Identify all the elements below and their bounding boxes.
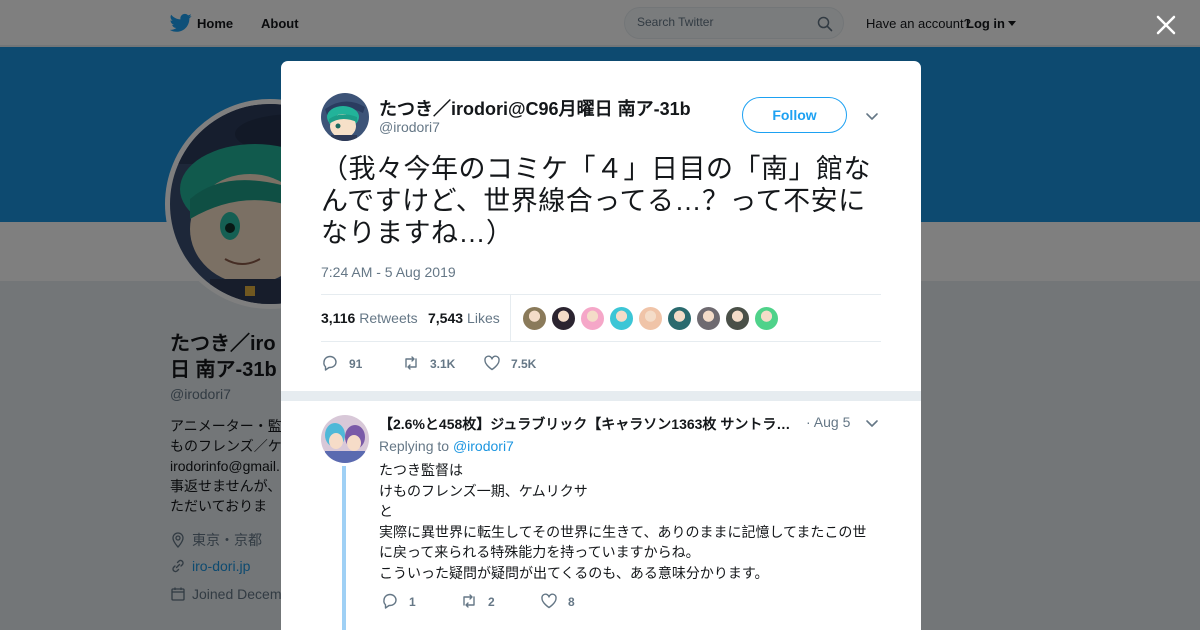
liker-avatar[interactable] xyxy=(725,306,750,331)
reply-avatar-illustration xyxy=(321,415,369,463)
retweet-action[interactable]: 3.1K xyxy=(402,354,455,372)
reply-date[interactable]: · Aug 5 xyxy=(806,414,850,430)
reply-author-name[interactable]: 【2.6%と458枚】ジュラブリック【キャラソン1363枚 サントラ… xyxy=(379,414,799,434)
reply-text-line: こういった疑問が疑問が出てくるのも、ある意味分かります。 xyxy=(379,564,769,581)
retweet-icon xyxy=(463,594,475,608)
like-action[interactable]: 7.5K xyxy=(483,354,536,372)
liker-avatar[interactable] xyxy=(696,306,721,331)
likes-stat[interactable]: 7,543 Likes xyxy=(428,310,500,326)
reply-text-line: たつき監督は xyxy=(379,462,463,478)
section-separator xyxy=(281,391,921,401)
reply-author-avatar[interactable] xyxy=(321,415,369,463)
author-name[interactable]: たつき／irodori@C96月曜日 南ア-31b xyxy=(379,95,691,121)
liker-avatar[interactable] xyxy=(522,306,547,331)
tweet-stats: 3,116 Retweets 7,543 Likes xyxy=(321,294,881,342)
retweet-count: 3.1K xyxy=(430,357,456,371)
reply-like-action[interactable]: 8 xyxy=(540,592,575,610)
tweet-text-line: （我々今年のコミケ「４」日目の「南」館な xyxy=(321,154,871,184)
reply-text-line: と xyxy=(379,503,393,519)
thread-line xyxy=(342,466,346,630)
replying-prefix: Replying to xyxy=(379,438,450,454)
reply-text: たつき監督は けものフレンズ一期、ケムリクサ と 実際に異世界に転生してその世界… xyxy=(379,460,879,583)
retweet-icon xyxy=(405,356,417,370)
likes-count: 7,543 xyxy=(428,310,464,326)
tweet-timestamp[interactable]: 7:24 AM - 5 Aug 2019 xyxy=(321,264,456,280)
heart-icon xyxy=(484,355,500,371)
chevron-down-icon[interactable] xyxy=(865,416,879,430)
reply-retweet-count: 2 xyxy=(488,595,495,609)
reply-retweet-action[interactable]: 2 xyxy=(460,592,495,610)
reply-text-line: 実際に異世界に転生してその世界に生きて、ありのままに記憶してまたこの世 xyxy=(379,523,867,540)
liker-avatar[interactable] xyxy=(667,306,692,331)
liker-avatar[interactable] xyxy=(551,306,576,331)
reply-text-line: に戻って来られる特殊能力を持っていますからね。 xyxy=(379,544,700,560)
author-avatar-illustration xyxy=(321,93,369,141)
author-avatar[interactable] xyxy=(321,93,369,141)
follow-button[interactable]: Follow xyxy=(742,97,847,133)
replying-to: Replying to @irodori7 xyxy=(379,438,514,454)
reply-like-count: 8 xyxy=(568,595,575,609)
chevron-down-icon[interactable] xyxy=(865,109,879,123)
reply-count: 91 xyxy=(349,357,363,371)
retweets-count: 3,116 xyxy=(321,310,356,326)
reply-action[interactable]: 91 xyxy=(321,354,362,372)
retweets-stat[interactable]: 3,116 Retweets xyxy=(321,310,418,326)
reply-reply-count: 1 xyxy=(409,595,416,609)
liker-avatar[interactable] xyxy=(580,306,605,331)
heart-icon xyxy=(541,593,557,609)
author-handle[interactable]: @irodori7 xyxy=(379,119,440,135)
close-icon[interactable] xyxy=(1153,12,1179,38)
liker-avatar[interactable] xyxy=(638,306,663,331)
liker-avatar[interactable] xyxy=(754,306,779,331)
tweet-text-line: んですけど、世界線合ってる…？って不安に xyxy=(321,186,866,216)
retweets-label: Retweets xyxy=(359,310,418,326)
tweet-text: （我々今年のコミケ「４」日目の「南」館な んですけど、世界線合ってる…？って不安… xyxy=(321,153,881,249)
liker-avatar[interactable] xyxy=(609,306,634,331)
reply-reply-action[interactable]: 1 xyxy=(381,592,416,610)
reply-icon xyxy=(323,355,337,371)
stats-divider xyxy=(510,295,511,341)
reply-text-line: けものフレンズ一期、ケムリクサ xyxy=(379,482,588,499)
replying-handle-link[interactable]: @irodori7 xyxy=(453,438,514,454)
likes-label: Likes xyxy=(467,310,500,326)
tweet-modal: たつき／irodori@C96月曜日 南ア-31b @irodori7 Foll… xyxy=(281,61,921,630)
like-count: 7.5K xyxy=(511,357,537,371)
reply-icon xyxy=(383,593,397,609)
tweet-text-line: なりますね…） xyxy=(321,218,514,248)
